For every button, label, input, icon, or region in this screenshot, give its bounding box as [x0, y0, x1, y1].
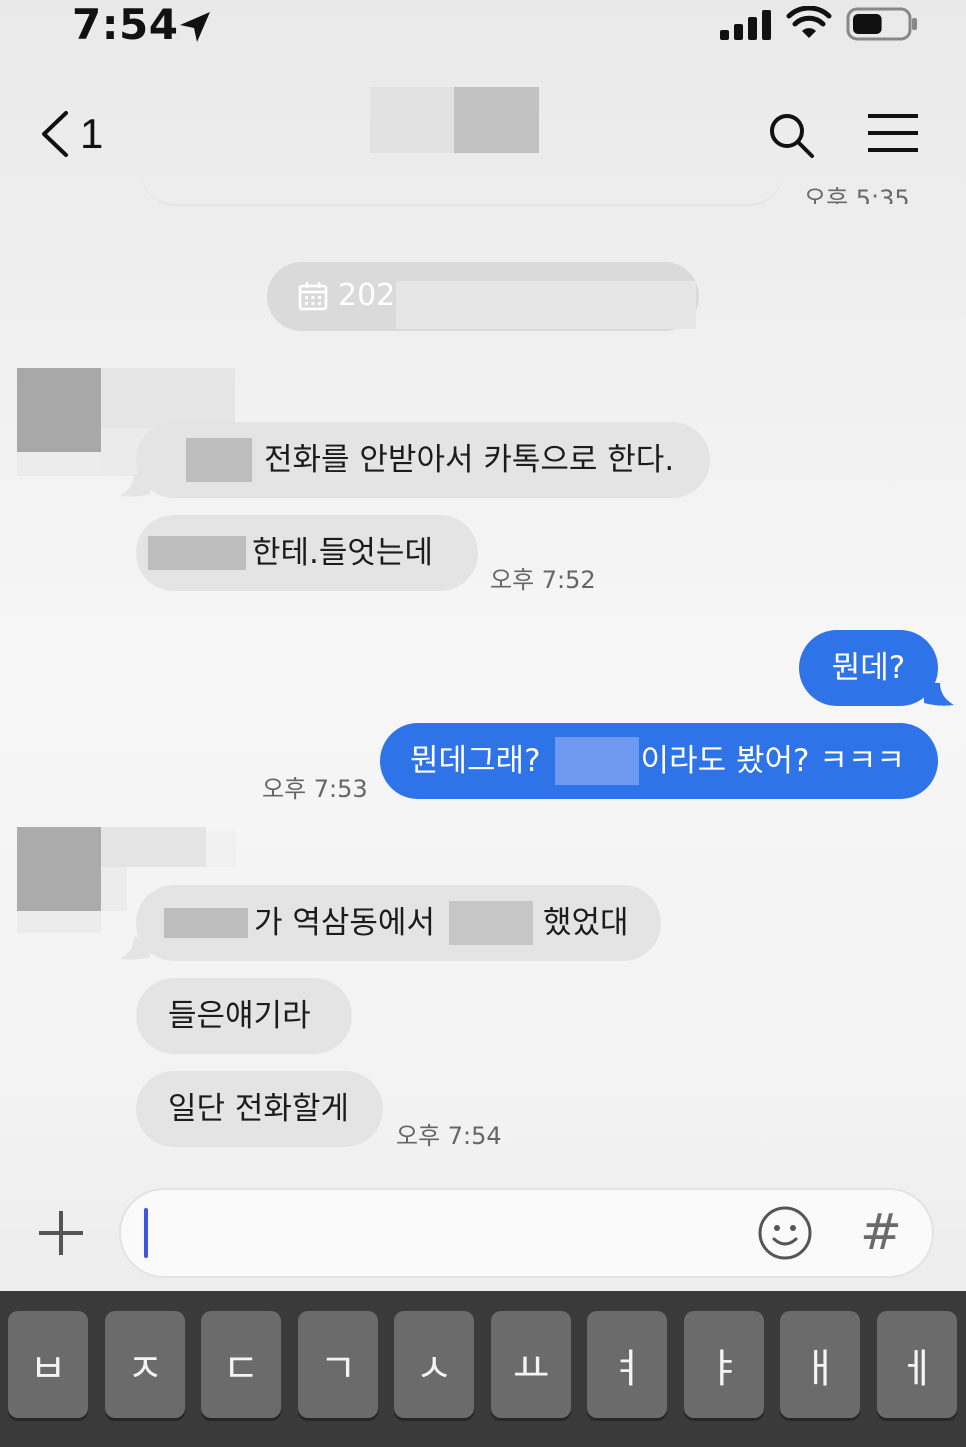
- key-e[interactable]: ㅔ: [877, 1311, 957, 1418]
- previous-bubble-edge: [140, 170, 784, 206]
- message-text: 이라도 봤어? ㅋㅋㅋ: [640, 743, 905, 779]
- avatar-redaction: [206, 831, 236, 867]
- sender-name-redacted: [101, 368, 235, 428]
- redacted-text: [148, 536, 246, 570]
- hamburger-menu-icon[interactable]: [866, 112, 920, 154]
- message-bubble[interactable]: 들은얘기라: [136, 978, 352, 1054]
- text-caret: [144, 1208, 148, 1258]
- previous-message-time: 오후 5:35: [804, 185, 910, 204]
- key-b[interactable]: ㅂ: [8, 1311, 88, 1418]
- message-time: 오후 7:54: [396, 1122, 502, 1150]
- redacted-text: [164, 908, 248, 938]
- message-text: 일단 전화할게: [168, 1091, 349, 1127]
- message-text: 가 역삼동에서: [254, 905, 435, 941]
- key-j[interactable]: ㅈ: [105, 1311, 185, 1418]
- avatar-redaction: [101, 867, 127, 911]
- message-time: 오후 7:52: [490, 566, 596, 594]
- message-bubble[interactable]: 뭔데그래? 이라도 봤어? ㅋㅋㅋ: [380, 723, 938, 799]
- wifi-icon: [786, 6, 832, 38]
- avatar-redaction: [17, 452, 101, 476]
- message-text: 한테.들엇는데: [252, 535, 433, 571]
- key-g[interactable]: ㄱ: [298, 1311, 378, 1418]
- redacted-text: [448, 901, 533, 945]
- emoji-smile-icon[interactable]: [757, 1205, 813, 1261]
- message-text: 전화를 안받아서 카톡으로 한다.: [264, 442, 675, 478]
- key-s[interactable]: ㅅ: [394, 1311, 474, 1418]
- sender-name-redacted: [101, 827, 206, 867]
- key-ae[interactable]: ㅐ: [780, 1311, 860, 1418]
- chat-screen: 7:54 1 오후 5:35 202 전화를 안받아서 카톡으로 한다. 한테.…: [0, 0, 966, 1447]
- search-icon[interactable]: [766, 110, 816, 160]
- message-time: 오후 7:53: [262, 775, 368, 803]
- unread-count: 1: [80, 110, 104, 157]
- avatar[interactable]: [17, 368, 101, 452]
- hashtag-button[interactable]: #: [860, 1202, 902, 1262]
- key-yeo[interactable]: ㅕ: [587, 1311, 667, 1418]
- avatar[interactable]: [17, 827, 101, 911]
- key-d[interactable]: ㄷ: [201, 1311, 281, 1418]
- back-button[interactable]: 1: [38, 108, 118, 160]
- calendar-icon: [298, 282, 328, 311]
- chat-title-redacted: [370, 87, 539, 153]
- redacted-text: [554, 737, 639, 785]
- chevron-left-icon: [42, 111, 68, 157]
- date-redacted: [396, 281, 696, 329]
- battery-icon: [846, 7, 917, 41]
- cellular-signal-icon: [720, 10, 771, 40]
- message-text: 했었대: [542, 905, 629, 941]
- date-divider-text: 202: [338, 278, 396, 313]
- avatar-redaction: [17, 911, 101, 933]
- message-bubble[interactable]: 일단 전화할게: [136, 1071, 383, 1147]
- key-yo[interactable]: ㅛ: [491, 1311, 571, 1418]
- key-ya[interactable]: ㅑ: [684, 1311, 764, 1418]
- message-text: 뭔데그래?: [410, 743, 541, 779]
- status-time: 7:54: [72, 0, 179, 49]
- plus-icon[interactable]: [36, 1208, 86, 1258]
- bubble-tail: [924, 683, 954, 706]
- redacted-text: [186, 438, 252, 482]
- message-bubble[interactable]: 전화를 안받아서 카톡으로 한다.: [136, 422, 710, 498]
- message-text: 들은얘기라: [168, 998, 311, 1034]
- message-bubble[interactable]: 뭔데?: [799, 630, 938, 706]
- message-bubble[interactable]: 가 역삼동에서 했었대: [136, 885, 661, 961]
- message-text: 뭔데?: [831, 650, 906, 686]
- location-arrow-icon: [180, 12, 210, 42]
- message-bubble[interactable]: 한테.들엇는데: [136, 515, 478, 591]
